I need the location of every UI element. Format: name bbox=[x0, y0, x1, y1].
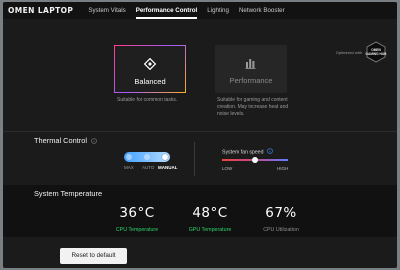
fan-speed-high-label: HIGH bbox=[277, 166, 289, 171]
cpu-temperature-reading: 36°C CPU Temperature bbox=[107, 205, 167, 233]
thermal-control-label: Thermal Control bbox=[34, 136, 87, 145]
omen-hub-logo-icon: OMEN GAMING HUB bbox=[365, 41, 387, 63]
thermal-divider bbox=[194, 142, 195, 176]
app-window: OMEN LAPTOP System Vitals Performance Co… bbox=[3, 2, 397, 268]
gpu-temperature-label: GPU Temperature bbox=[188, 227, 232, 233]
cpu-temperature-value: 36°C bbox=[119, 205, 155, 221]
system-temperature-section: System Temperature 36°C CPU Temperature … bbox=[3, 185, 397, 237]
app-title: OMEN LAPTOP bbox=[8, 6, 74, 15]
thermal-manual-dot[interactable] bbox=[162, 154, 168, 160]
omen-hub-logo-text: OMEN GAMING HUB bbox=[365, 48, 387, 56]
fan-speed-title: System fan speed bbox=[222, 148, 273, 156]
performance-mode-card[interactable]: Performance bbox=[215, 45, 287, 93]
thermal-control-section: Thermal Control MAX AUTO MANUAL System f… bbox=[3, 131, 397, 183]
cpu-utilization-label: CPU Utilization bbox=[263, 227, 299, 233]
balanced-mode-card[interactable]: Balanced bbox=[114, 45, 186, 93]
thermal-option-auto[interactable]: AUTO bbox=[142, 165, 154, 170]
gpu-temperature-reading: 48°C GPU Temperature bbox=[180, 205, 240, 233]
cpu-utilization-value: 67% bbox=[265, 205, 297, 221]
thermal-option-max[interactable]: MAX bbox=[124, 165, 134, 170]
balanced-mode-description: Suitable for common tasks. bbox=[117, 97, 178, 103]
performance-mode-section: Balanced Suitable for common tasks. Perf… bbox=[3, 19, 397, 125]
optimized-with-label: Optimized with bbox=[335, 49, 362, 55]
tab-system-vitals[interactable]: System Vitals bbox=[83, 2, 130, 19]
reset-to-default-button[interactable]: Reset to default bbox=[60, 248, 127, 264]
tab-network-booster[interactable]: Network Booster bbox=[234, 2, 290, 19]
top-nav-bar: OMEN LAPTOP System Vitals Performance Co… bbox=[3, 2, 397, 19]
system-temperature-title: System Temperature bbox=[34, 189, 103, 198]
cpu-utilization-reading: 67% CPU Utilization bbox=[251, 205, 311, 233]
thermal-mode-selector[interactable] bbox=[124, 152, 170, 162]
fan-info-icon[interactable] bbox=[267, 148, 273, 156]
thermal-option-manual[interactable]: MANUAL bbox=[158, 165, 178, 170]
thermal-auto-dot[interactable] bbox=[144, 154, 150, 160]
tab-performance-control[interactable]: Performance Control bbox=[131, 2, 203, 19]
footer-bar: Reset to default bbox=[3, 237, 397, 268]
fan-speed-label: System fan speed bbox=[222, 149, 264, 156]
thermal-control-title: Thermal Control bbox=[34, 136, 97, 146]
fan-speed-slider-thumb[interactable] bbox=[252, 156, 258, 163]
balanced-mode-label: Balanced bbox=[134, 77, 166, 86]
tab-lighting[interactable]: Lighting bbox=[202, 2, 234, 19]
gpu-temperature-value: 48°C bbox=[192, 205, 228, 221]
fan-speed-low-label: LOW bbox=[222, 166, 233, 171]
balanced-diamond-icon bbox=[143, 57, 157, 75]
performance-mode-description: Suitable for gaming and content creation… bbox=[217, 97, 289, 117]
performance-mode-label: Performance bbox=[229, 76, 273, 85]
thermal-max-dot[interactable] bbox=[126, 154, 132, 160]
fan-speed-slider[interactable] bbox=[222, 156, 288, 163]
performance-bars-icon bbox=[245, 56, 257, 74]
cpu-temperature-label: CPU Temperature bbox=[115, 227, 159, 233]
info-icon[interactable] bbox=[91, 137, 97, 146]
optimized-with-badge: Optimized with OMEN GAMING HUB bbox=[336, 41, 387, 63]
